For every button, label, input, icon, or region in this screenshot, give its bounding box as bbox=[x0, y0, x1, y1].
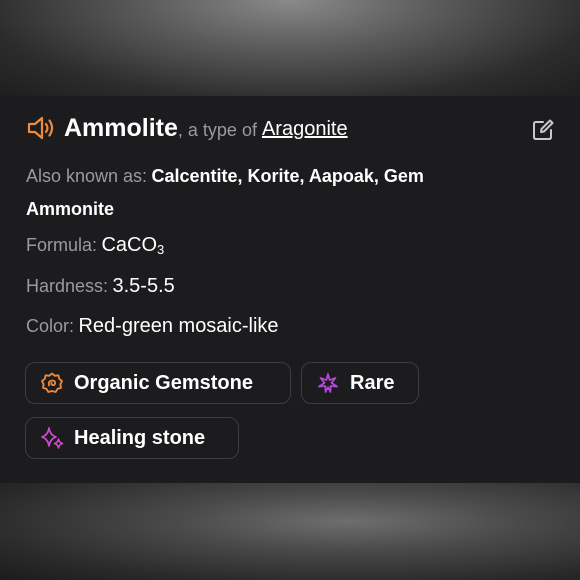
formula-subscript: 3 bbox=[157, 242, 165, 257]
background-photo-bottom bbox=[0, 483, 580, 580]
tag-label: Healing stone bbox=[74, 426, 206, 449]
background-photo-top bbox=[0, 0, 580, 96]
formula-label: Formula: bbox=[26, 235, 98, 255]
healing-sparkles-icon bbox=[40, 426, 64, 450]
aka-row: Also known as: Calcentite, Korite, Aapoa… bbox=[26, 166, 424, 187]
tag-rare[interactable]: Rare bbox=[301, 362, 419, 404]
aka-label: Also known as: bbox=[26, 166, 148, 186]
speaker-icon[interactable] bbox=[26, 116, 56, 140]
color-row: Color: Red-green mosaic-like bbox=[26, 315, 279, 338]
hardness-value: 3.5-5.5 bbox=[112, 275, 175, 297]
hardness-row: Hardness: 3.5-5.5 bbox=[26, 275, 175, 298]
title-row: Ammolite , a type of Aragonite bbox=[26, 112, 348, 144]
color-label: Color: bbox=[26, 316, 75, 336]
parent-mineral-link[interactable]: Aragonite bbox=[262, 118, 348, 141]
gem-name-title: Ammolite bbox=[64, 113, 178, 142]
formula-value: CaCO3 bbox=[101, 234, 165, 257]
rare-sparkle-icon bbox=[316, 371, 340, 395]
organic-gemstone-icon bbox=[40, 371, 64, 395]
tag-healing-stone[interactable]: Healing stone bbox=[25, 417, 239, 459]
hardness-label: Hardness: bbox=[26, 276, 109, 296]
aka-value-continued: Ammonite bbox=[26, 199, 115, 219]
color-value: Red-green mosaic-like bbox=[78, 315, 279, 337]
tag-label: Rare bbox=[350, 371, 395, 394]
aka-row-continued: Ammonite bbox=[26, 199, 114, 220]
formula-row: Formula: CaCO3 bbox=[26, 234, 164, 257]
aka-value: Calcentite, Korite, Aapoak, Gem bbox=[151, 166, 424, 186]
edit-icon[interactable] bbox=[532, 119, 554, 141]
type-prefix: , a type of bbox=[177, 119, 257, 140]
tag-organic-gemstone[interactable]: Organic Gemstone bbox=[25, 362, 291, 404]
tag-label: Organic Gemstone bbox=[74, 371, 253, 394]
